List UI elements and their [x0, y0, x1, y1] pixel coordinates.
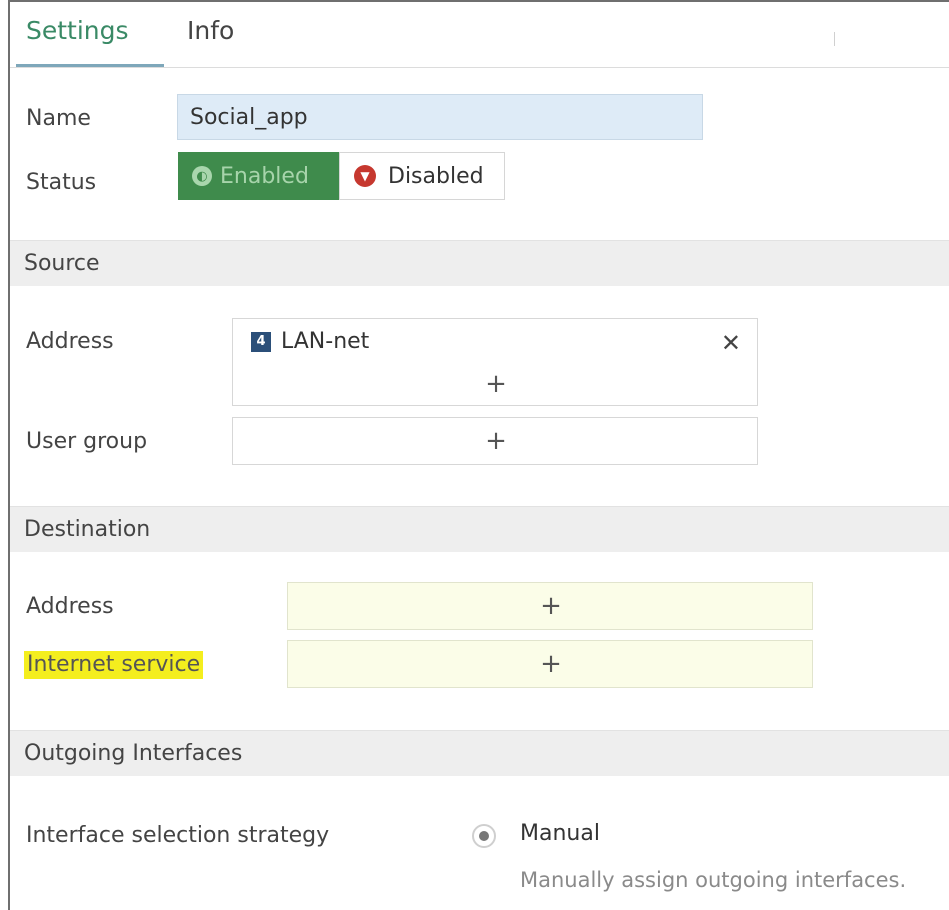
add-internet-service-button[interactable]: +	[536, 651, 566, 677]
manual-option-label[interactable]: Manual	[520, 820, 600, 848]
tab-separator	[834, 32, 835, 46]
status-label: Status	[26, 170, 97, 195]
tab-settings[interactable]: Settings	[26, 16, 129, 46]
section-source-title: Source	[24, 251, 100, 276]
active-tab-indicator	[16, 64, 164, 67]
add-user-group-button[interactable]: +	[481, 428, 511, 454]
source-address-label: Address	[26, 329, 114, 354]
disabled-icon: ▼	[354, 165, 376, 187]
status-enabled-button[interactable]: ◐ Enabled	[178, 152, 339, 200]
address-object-icon: 4	[251, 331, 271, 352]
status-disabled-label: Disabled	[388, 163, 484, 189]
status-toggle: ◐ Enabled ▼ Disabled	[178, 152, 505, 200]
address-chip-label: LAN-net	[281, 329, 370, 354]
name-label: Name	[26, 106, 91, 131]
internet-service-box: +	[287, 640, 813, 688]
source-address-box: 4 LAN-net ✕ +	[232, 318, 758, 406]
interface-strategy-label: Interface selection strategy	[26, 823, 330, 848]
status-enabled-label: Enabled	[220, 163, 309, 189]
name-input[interactable]	[177, 94, 703, 140]
internet-service-label: Internet service	[24, 651, 204, 679]
section-outgoing-interfaces: Outgoing Interfaces	[10, 730, 949, 776]
manual-option-hint: Manually assign outgoing interfaces.	[520, 868, 907, 892]
add-source-address-button[interactable]: +	[481, 371, 511, 397]
add-destination-address-button[interactable]: +	[536, 593, 566, 619]
enabled-icon: ◐	[192, 166, 212, 186]
section-outgoing-title: Outgoing Interfaces	[24, 741, 243, 766]
remove-icon[interactable]: ✕	[721, 329, 741, 357]
user-group-box: +	[232, 417, 758, 465]
user-group-label: User group	[26, 429, 148, 454]
status-disabled-button[interactable]: ▼ Disabled	[339, 152, 505, 200]
section-destination-title: Destination	[24, 517, 151, 542]
tab-info[interactable]: Info	[187, 16, 234, 46]
address-chip-lan-net: 4 LAN-net	[251, 329, 369, 354]
section-source: Source	[10, 240, 949, 286]
manual-radio[interactable]	[472, 824, 496, 848]
tab-bar: Settings Info	[10, 2, 949, 68]
destination-address-label: Address	[26, 594, 114, 619]
section-destination: Destination	[10, 506, 949, 552]
destination-address-box: +	[287, 582, 813, 630]
policy-settings-panel: Settings Info Name Status ◐ Enabled ▼ Di…	[8, 0, 949, 910]
